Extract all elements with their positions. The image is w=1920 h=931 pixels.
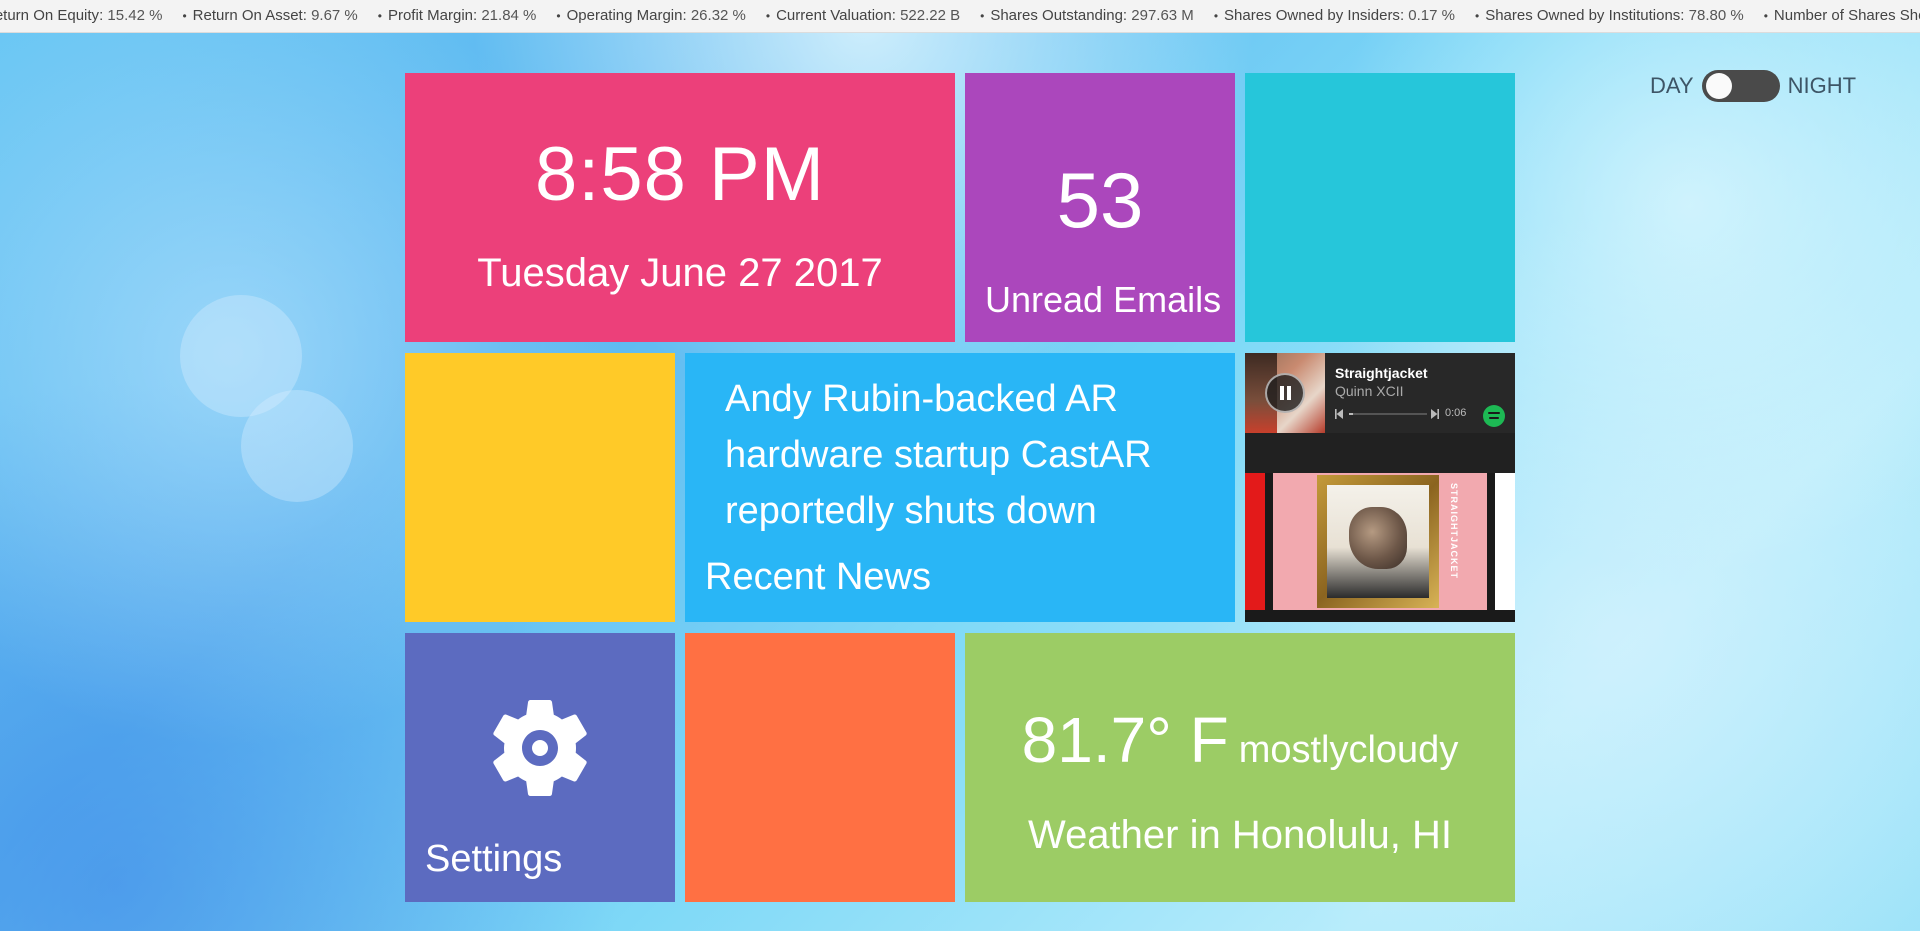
ticker-bullet: •: [182, 9, 187, 23]
clock-tile[interactable]: 8:58 PM Tuesday June 27 2017: [405, 73, 955, 342]
pause-icon[interactable]: [1265, 373, 1305, 413]
stock-ticker: Return On Equity: 15.42 % • Return On Asse…: [0, 0, 1920, 33]
ticker-colon: :: [891, 7, 901, 24]
spotify-player-bar: Straightjacket Quinn XCII 0:06: [1245, 353, 1515, 433]
ticker-value: 0.17 %: [1408, 7, 1455, 24]
news-headline: Andy Rubin-backed AR hardware startup Ca…: [725, 378, 1152, 532]
ticker-item: • Shares Owned by Insiders: 0.17 %: [1214, 0, 1455, 32]
previous-track-icon[interactable]: [1335, 409, 1343, 419]
album-figure: [1349, 507, 1407, 569]
ticker-bullet: •: [556, 9, 561, 23]
news-tile[interactable]: Andy Rubin-backed AR hardware startup Ca…: [685, 353, 1235, 622]
weather-tile[interactable]: 81.7° Fmostlycloudy Weather in Honolulu,…: [965, 633, 1515, 902]
unread-email-count: 53: [1056, 156, 1144, 244]
ticker-value: 26.32 %: [690, 7, 746, 24]
ticker-bullet: •: [1763, 9, 1768, 23]
ticker-label: Shares Owned by Institutions: [1485, 7, 1681, 24]
progress-fill: [1349, 413, 1353, 415]
ticker-item: • Shares Outstanding: 297.63 M: [980, 0, 1194, 32]
bokeh-circle: [241, 390, 353, 502]
ticker-item: • Return On Asset: 9.67 %: [182, 0, 357, 32]
progress-track[interactable]: [1349, 413, 1427, 415]
ticker-item: • Shares Owned by Institutions: 78.80 %: [1475, 0, 1744, 32]
next-track-icon[interactable]: [1431, 409, 1439, 419]
ticker-value: 15.42 %: [107, 7, 163, 24]
news-tile-label: Recent News: [705, 556, 931, 598]
settings-tile-label: Settings: [425, 838, 563, 880]
gear-icon: [493, 700, 587, 796]
teal-tile[interactable]: [1245, 73, 1515, 342]
clock-time: 8:58 PM: [534, 132, 826, 217]
email-tile-label: Unread Emails: [985, 279, 1222, 320]
ticker-label: Return On Equity: [0, 7, 100, 24]
ticker-colon: :: [302, 7, 312, 24]
ticker-label: Profit Margin: [387, 7, 473, 24]
ticker-bullet: •: [1213, 9, 1219, 23]
picture-frame-inner: [1327, 485, 1429, 598]
ticker-value: 522.22 B: [900, 7, 961, 24]
album-thumbnail: [1245, 353, 1325, 433]
ticker-label: Number of Shares Shorted: [1773, 7, 1920, 24]
day-label: DAY: [1650, 73, 1694, 98]
playback-progress: 0:06: [1335, 407, 1505, 420]
album-art-left-strip: [1245, 473, 1265, 610]
day-night-toggle[interactable]: DAY NIGHT: [1650, 70, 1856, 102]
ticker-label: Return On Asset: [192, 7, 303, 24]
weather-condition: mostlycloudy: [1238, 729, 1459, 771]
ticker-item: Return On Equity: 15.42 %: [0, 0, 162, 32]
ticker-colon: :: [1680, 7, 1689, 24]
album-art: STRAIGHTJACKET: [1245, 473, 1515, 622]
elapsed-time: 0:06: [1445, 407, 1467, 419]
album-art-text: STRAIGHTJACKET: [1449, 483, 1459, 580]
yellow-tile[interactable]: [405, 353, 675, 622]
toggle-switch[interactable]: [1701, 70, 1780, 102]
ticker-item: •Number of Shares Shorted:: [1764, 0, 1920, 32]
track-artist: Quinn XCII: [1335, 383, 1404, 399]
ticker-value: 78.80 %: [1688, 7, 1744, 24]
ticker-label: Current Valuation: [776, 7, 892, 24]
ticker-item: • Current Valuation: 522.22 B: [766, 0, 960, 32]
ticker-label: Shares Outstanding: [990, 7, 1123, 24]
ticker-colon: :: [682, 7, 691, 24]
weather-location: Weather in Honolulu, HI: [1028, 813, 1452, 857]
toggle-knob[interactable]: [1705, 73, 1732, 99]
ticker-bullet: •: [377, 9, 382, 23]
orange-tile[interactable]: [685, 633, 955, 902]
spotify-icon[interactable]: [1483, 405, 1505, 427]
settings-tile[interactable]: Settings: [405, 633, 675, 902]
ticker-track: Return On Equity: 15.42 % • Return On Asse…: [0, 0, 1920, 32]
weather-temperature-line: 81.7° Fmostlycloudy: [965, 703, 1515, 777]
night-label: NIGHT: [1787, 73, 1857, 98]
picture-frame: [1317, 475, 1439, 608]
email-tile[interactable]: 53 Unread Emails: [965, 73, 1235, 342]
track-title: Straightjacket: [1335, 365, 1428, 381]
music-player-tile[interactable]: Straightjacket Quinn XCII 0:06 STRAIGHTJ…: [1245, 353, 1515, 622]
ticker-colon: :: [1122, 7, 1132, 24]
ticker-bullet: •: [765, 9, 771, 23]
album-art-main: STRAIGHTJACKET: [1273, 473, 1487, 610]
ticker-label: Operating Margin: [566, 7, 683, 24]
clock-date: Tuesday June 27 2017: [477, 251, 883, 295]
album-art-right-strip: [1495, 473, 1515, 610]
ticker-value: 9.67 %: [311, 7, 358, 24]
ticker-label: Shares Owned by Insiders: [1224, 7, 1400, 24]
ticker-item: • Profit Margin: 21.84 %: [378, 0, 537, 32]
ticker-value: 297.63 M: [1131, 7, 1194, 24]
ticker-value: 21.84 %: [481, 7, 537, 24]
ticker-item: • Operating Margin: 26.32 %: [556, 0, 746, 32]
weather-temperature: 81.7° F: [1021, 704, 1229, 776]
ticker-bullet: •: [980, 9, 985, 23]
ticker-bullet: •: [1474, 9, 1480, 23]
